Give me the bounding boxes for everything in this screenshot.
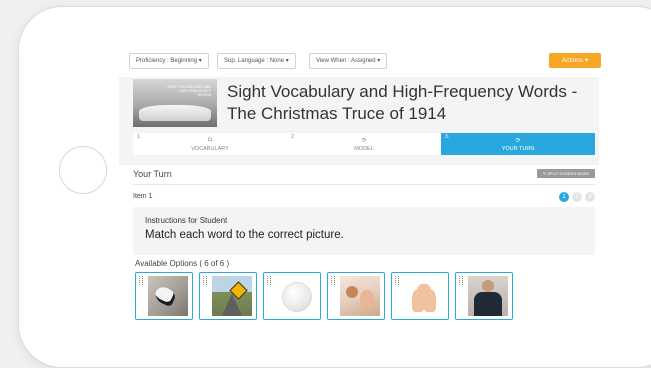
page-dot-1[interactable]: 1	[559, 192, 569, 202]
tab-your-turn[interactable]: 3. ⟳ YOUR TURN	[441, 133, 595, 155]
drag-handle-icon[interactable]	[331, 276, 335, 285]
view-when-filter[interactable]: View When : Assigned ▾	[309, 53, 388, 69]
lesson-thumbnail: SIGHT VOCABULARY AND HIGH-FREQUENCY WORD…	[133, 79, 217, 127]
camera-icon: ◘	[208, 137, 212, 143]
section-title: Your Turn	[133, 169, 172, 179]
split-screen-button[interactable]: ✎ SPLIT SCREEN MODE	[537, 169, 595, 178]
hand-image	[404, 276, 444, 316]
home-button[interactable]	[59, 146, 107, 194]
road-sign-image	[212, 276, 252, 316]
drag-handle-icon[interactable]	[203, 276, 207, 285]
option-card-road-sign[interactable]	[199, 272, 257, 320]
options-row	[135, 272, 605, 322]
bottom-fade	[119, 322, 651, 340]
tab-vocabulary[interactable]: 1. ◘ VOCABULARY	[133, 133, 288, 155]
lesson-header: SIGHT VOCABULARY AND HIGH-FREQUENCY WORD…	[119, 77, 599, 165]
refresh-icon: ⟳	[361, 138, 367, 144]
tab-model[interactable]: 2. ⟳ MODEL	[287, 133, 442, 155]
option-card-man-in-suit[interactable]	[455, 272, 513, 320]
instructions-text: Match each word to the correct picture.	[145, 229, 344, 241]
option-card-glove[interactable]	[135, 272, 193, 320]
page-dot-3[interactable]: 3	[585, 192, 595, 202]
drag-handle-icon[interactable]	[139, 276, 143, 285]
drag-handle-icon[interactable]	[267, 276, 271, 285]
item-label: Item 1	[133, 193, 153, 200]
step-label: MODEL	[354, 146, 374, 152]
drag-handle-icon[interactable]	[395, 276, 399, 285]
glove-image	[148, 276, 188, 316]
man-in-suit-image	[468, 276, 508, 316]
option-card-ball[interactable]	[263, 272, 321, 320]
refresh-icon: ⟳	[515, 138, 521, 144]
thumbnail-caption: SIGHT VOCABULARY AND HIGH-FREQUENCY WORD…	[167, 85, 211, 97]
step-tabs: 1. ◘ VOCABULARY 2. ⟳ MODEL 3. ⟳ YOUR TUR…	[133, 133, 595, 155]
actions-button[interactable]: Actions ▾	[549, 53, 601, 68]
step-label: YOUR TURN	[501, 146, 535, 152]
children-image	[340, 276, 380, 316]
support-language-filter[interactable]: Sup. Language : None ▾	[217, 53, 296, 69]
step-label: VOCABULARY	[191, 146, 229, 152]
option-card-hand[interactable]	[391, 272, 449, 320]
option-card-children[interactable]	[327, 272, 385, 320]
proficiency-filter[interactable]: Proficiency : Beginning ▾	[129, 53, 209, 69]
tablet-frame: Proficiency : Beginning ▾ Sup. Language …	[18, 6, 651, 368]
instructions-box: Instructions for Student Match each word…	[133, 207, 595, 255]
app-screen: Proficiency : Beginning ▾ Sup. Language …	[119, 45, 651, 340]
drag-handle-icon[interactable]	[459, 276, 463, 285]
instructions-heading: Instructions for Student	[145, 216, 228, 225]
available-options-label: Available Options ( 6 of 6 )	[135, 259, 230, 268]
divider	[133, 184, 595, 185]
page-dot-2[interactable]: 2	[572, 192, 582, 202]
book-image	[139, 105, 211, 121]
lesson-title: Sight Vocabulary and High-Frequency Word…	[227, 82, 578, 123]
ball-image	[276, 276, 316, 316]
